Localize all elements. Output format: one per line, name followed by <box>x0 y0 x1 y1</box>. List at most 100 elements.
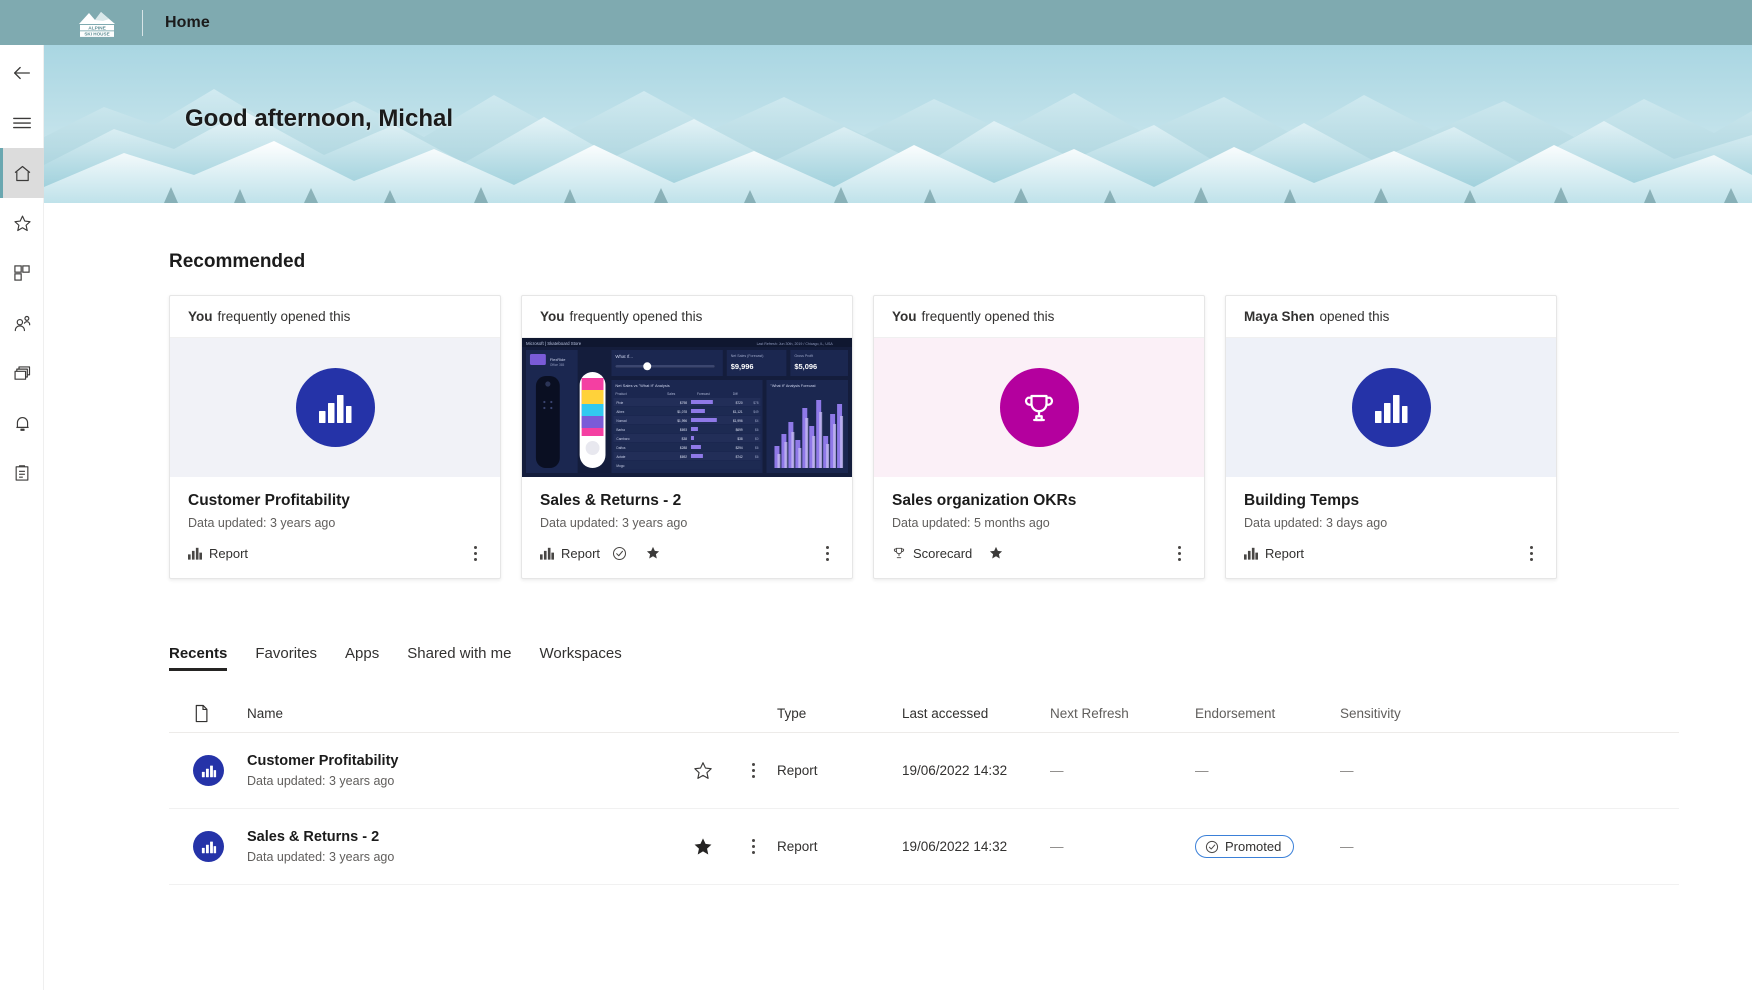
svg-text:$692: $692 <box>680 455 687 459</box>
svg-text:$6: $6 <box>755 428 759 432</box>
row-next-refresh: — <box>1050 763 1064 779</box>
row-name-cell[interactable]: Sales & Returns - 2 Data updated: 3 year… <box>247 829 677 864</box>
table-row[interactable]: Customer Profitability Data updated: 3 y… <box>169 733 1679 810</box>
column-header-name[interactable]: Name <box>247 706 677 721</box>
recommended-card[interactable]: You frequently opened this Microsoft | S… <box>521 295 853 580</box>
tab-label: Workspaces <box>539 645 622 663</box>
hamburger-menu-icon[interactable] <box>0 98 44 148</box>
recommended-card[interactable]: You frequently opened this Customer Prof… <box>169 295 501 580</box>
row-favorite-button[interactable] <box>677 836 729 858</box>
table-row[interactable]: Sales & Returns - 2 Data updated: 3 year… <box>169 809 1679 886</box>
sidebar-item-apps[interactable] <box>0 248 44 298</box>
svg-text:Barba: Barba <box>616 428 625 432</box>
card-title: Building Temps <box>1244 492 1360 509</box>
card-attribution-text: opened this <box>1319 309 1390 324</box>
sidebar-item-metrics[interactable] <box>0 448 44 498</box>
tab-label: Shared with me <box>407 645 512 663</box>
check-circle-icon <box>1205 840 1219 853</box>
sidebar-item-shared-with-me[interactable] <box>0 298 44 348</box>
card-more-options-button[interactable] <box>464 540 486 566</box>
svg-text:SKI HOUSE: SKI HOUSE <box>84 31 109 36</box>
row-title: Customer Profitability <box>247 753 399 770</box>
column-header-type[interactable]: Type <box>777 706 902 721</box>
tab-shared-with-me[interactable]: Shared with me <box>393 645 525 671</box>
certified-icon <box>612 546 627 561</box>
row-sensitivity: — <box>1340 763 1354 779</box>
tab-workspaces[interactable]: Workspaces <box>525 645 635 671</box>
card-type: Report <box>1244 546 1304 561</box>
row-name-cell[interactable]: Customer Profitability Data updated: 3 y… <box>247 753 677 788</box>
svg-text:$720: $720 <box>736 401 743 405</box>
card-more-options-button[interactable] <box>1168 540 1190 566</box>
svg-text:"What If" Analysis Forecast: "What If" Analysis Forecast <box>770 384 816 388</box>
back-arrow-icon[interactable] <box>0 48 44 98</box>
column-header-last-accessed[interactable]: Last accessed <box>902 706 1050 721</box>
svg-text:$5,096: $5,096 <box>794 362 817 371</box>
tab-favorites[interactable]: Favorites <box>241 645 331 671</box>
column-header-next-refresh[interactable]: Next Refresh <box>1050 706 1195 721</box>
row-more-options-button[interactable] <box>729 758 777 784</box>
card-thumbnail <box>874 338 1204 477</box>
card-more-options-button[interactable] <box>1520 540 1542 566</box>
sidebar-item-home[interactable] <box>0 148 44 198</box>
svg-text:$4: $4 <box>755 419 759 423</box>
recommended-card[interactable]: You frequently opened this Sales organiz… <box>873 295 1205 580</box>
svg-text:Nomad: Nomad <box>616 419 626 423</box>
column-header-sensitivity[interactable]: Sensitivity <box>1340 706 1480 721</box>
star-icon <box>694 838 712 855</box>
row-sensitivity: — <box>1340 839 1354 855</box>
card-type: Report <box>540 546 600 561</box>
document-icon <box>195 705 208 723</box>
card-type: Report <box>188 546 248 561</box>
svg-text:Cambaro: Cambaro <box>616 437 629 441</box>
card-type-label: Report <box>561 545 601 561</box>
tab-recents[interactable]: Recents <box>169 645 241 672</box>
report-preview-thumbnail: Microsoft | Skateboard Store Last Refres… <box>522 338 852 477</box>
column-header-endorsement[interactable]: Endorsement <box>1195 706 1340 721</box>
card-attribution-text: frequently opened this <box>921 309 1055 324</box>
bar-chart-icon <box>1244 547 1258 560</box>
row-more-options-button[interactable] <box>729 834 777 860</box>
tab-apps[interactable]: Apps <box>331 645 393 671</box>
row-type: Report <box>777 763 818 779</box>
svg-text:$294: $294 <box>736 446 743 450</box>
svg-text:Net Sales (Forecast): Net Sales (Forecast) <box>731 354 764 358</box>
sidebar-item-notifications[interactable] <box>0 398 44 448</box>
trophy-icon <box>1024 394 1054 421</box>
bar-chart-icon <box>201 765 216 778</box>
card-footer: Scorecard <box>874 530 1204 578</box>
row-endorsement: — <box>1195 763 1209 779</box>
topbar-divider <box>142 9 143 36</box>
sidebar-item-favorites[interactable] <box>0 198 44 248</box>
card-attribution: Maya Shen opened this <box>1226 296 1556 338</box>
row-subtitle: Data updated: 3 years ago <box>247 774 395 789</box>
column-header-icon[interactable] <box>169 704 247 723</box>
svg-text:Product: Product <box>615 392 626 396</box>
card-subtitle: Data updated: 3 days ago <box>1244 516 1388 531</box>
report-avatar <box>1351 368 1431 447</box>
svg-text:Diff: Diff <box>733 392 738 396</box>
row-last-accessed: 19/06/2022 14:32 <box>902 763 1008 779</box>
svg-text:$9,996: $9,996 <box>731 362 754 371</box>
svg-text:$38: $38 <box>682 437 688 441</box>
card-more-options-button[interactable] <box>816 540 838 566</box>
top-bar: ALPINE SKI HOUSE Home <box>0 0 1752 45</box>
favorite-star-icon[interactable] <box>988 545 1004 561</box>
svg-text:Sales: Sales <box>667 392 676 396</box>
report-avatar <box>295 368 375 447</box>
svg-text:Office 365: Office 365 <box>550 363 565 367</box>
row-favorite-button[interactable] <box>677 760 729 782</box>
row-title: Sales & Returns - 2 <box>247 829 380 846</box>
recommended-card[interactable]: Maya Shen opened this Building Temps Dat… <box>1225 295 1557 580</box>
card-body: Sales & Returns - 2 Data updated: 3 year… <box>522 477 852 530</box>
svg-text:Mogo: Mogo <box>616 464 624 468</box>
sidebar-item-workspaces[interactable] <box>0 348 44 398</box>
favorite-star-icon[interactable] <box>645 545 661 561</box>
alpine-ski-house-logo[interactable]: ALPINE SKI HOUSE <box>74 7 130 39</box>
card-subtitle: Data updated: 3 years ago <box>540 516 688 531</box>
page-title: Home <box>165 13 210 31</box>
svg-text:$1,078: $1,078 <box>677 410 687 414</box>
card-attribution-actor: You <box>540 309 565 324</box>
card-title: Customer Profitability <box>188 492 350 509</box>
card-attribution-actor: You <box>188 309 213 324</box>
